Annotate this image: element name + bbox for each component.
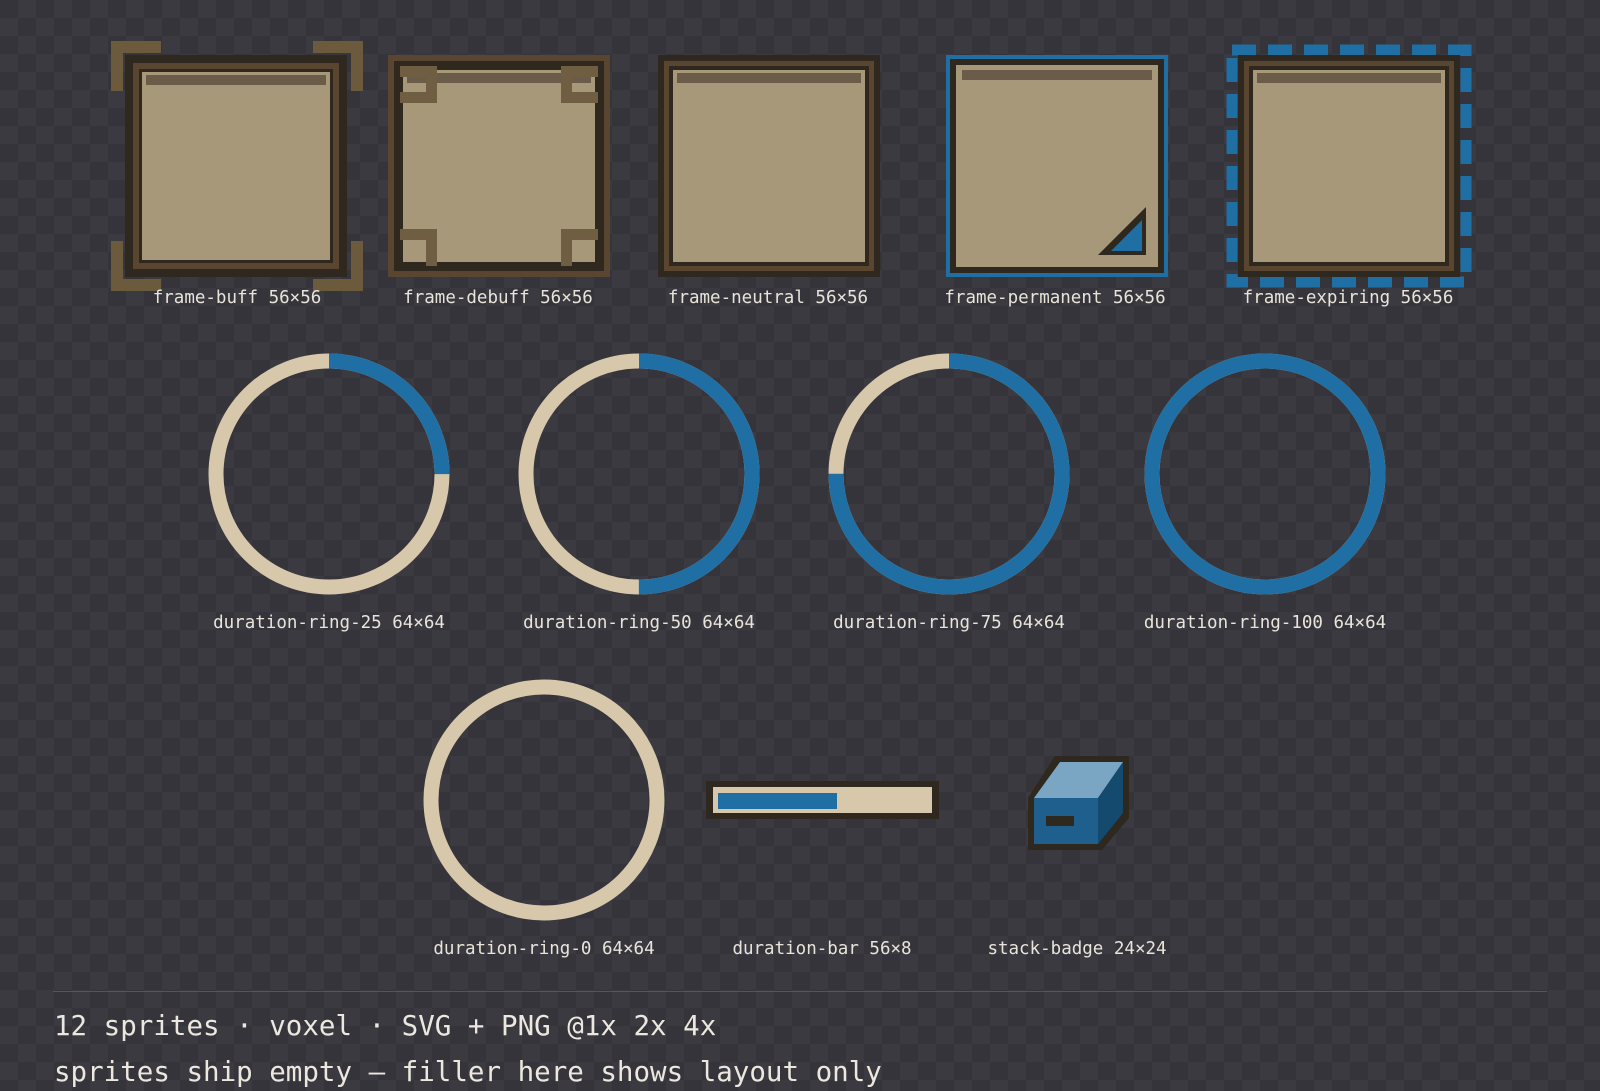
- duration-ring-25-label: duration-ring-25 64×64: [213, 613, 445, 633]
- frame-expiring-label: frame-expiring 56×56: [1242, 288, 1454, 308]
- footer-note: sprites ship empty — filler here shows l…: [54, 1056, 882, 1088]
- duration-bar-label: duration-bar 56×8: [732, 939, 912, 959]
- frame-neutral-label: frame-neutral 56×56: [667, 288, 869, 308]
- duration-ring-25-icon: [208, 353, 450, 595]
- footer-summary: 12 sprites · voxel · SVG + PNG @1x 2x 4x: [54, 1010, 717, 1042]
- duration-ring-50-icon: [518, 353, 760, 595]
- stack-badge-label: stack-badge 24×24: [987, 939, 1167, 959]
- duration-ring-0-icon: [423, 679, 665, 921]
- frame-debuff-icon: [388, 55, 610, 277]
- frame-neutral-icon: [658, 55, 880, 277]
- duration-ring-progress: [1144, 353, 1386, 595]
- duration-ring-50-label: duration-ring-50 64×64: [523, 613, 755, 633]
- duration-ring-track: [423, 679, 665, 921]
- duration-ring-100-label: duration-ring-100 64×64: [1143, 613, 1387, 633]
- sprite-sheet: [111, 41, 1472, 921]
- duration-ring-100-icon: [1144, 353, 1386, 595]
- duration-ring-75-label: duration-ring-75 64×64: [833, 613, 1065, 633]
- duration-ring-0-label: duration-ring-0 64×64: [433, 939, 655, 959]
- frame-buff-label: frame-buff 56×56: [152, 288, 322, 308]
- footer-divider: [53, 991, 1547, 992]
- frame-debuff-label: frame-debuff 56×56: [403, 288, 593, 308]
- frame-permanent-label: frame-permanent 56×56: [944, 288, 1166, 308]
- frame-buff-icon: [111, 41, 363, 291]
- stack-badge-icon: [1028, 756, 1129, 850]
- duration-bar-fill: [718, 793, 837, 809]
- frame-expiring-icon: [1226, 44, 1472, 288]
- frame-permanent-icon: [946, 55, 1168, 277]
- duration-bar-icon: [706, 781, 939, 819]
- duration-ring-75-icon: [828, 353, 1070, 595]
